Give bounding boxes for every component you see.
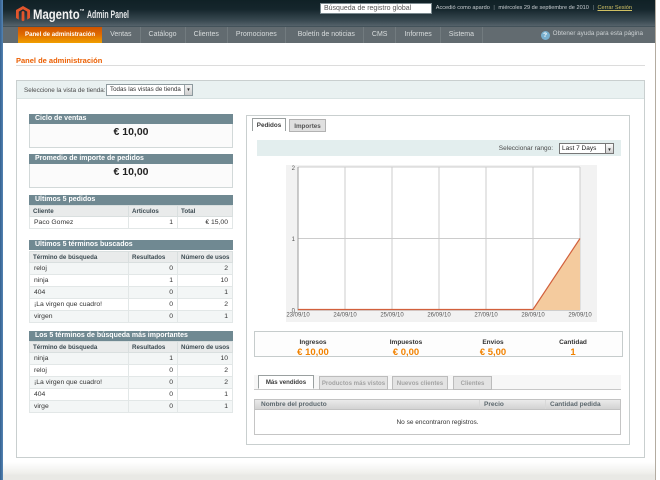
svg-text:24/09/10: 24/09/10 (333, 313, 357, 319)
svg-text:27/09/10: 27/09/10 (474, 313, 498, 319)
svg-text:23/09/10: 23/09/10 (286, 313, 310, 319)
svg-text:26/09/10: 26/09/10 (427, 313, 451, 319)
svg-text:29/09/10: 29/09/10 (568, 313, 592, 319)
svg-text:28/09/10: 28/09/10 (521, 313, 545, 319)
svg-text:25/09/10: 25/09/10 (380, 313, 404, 319)
